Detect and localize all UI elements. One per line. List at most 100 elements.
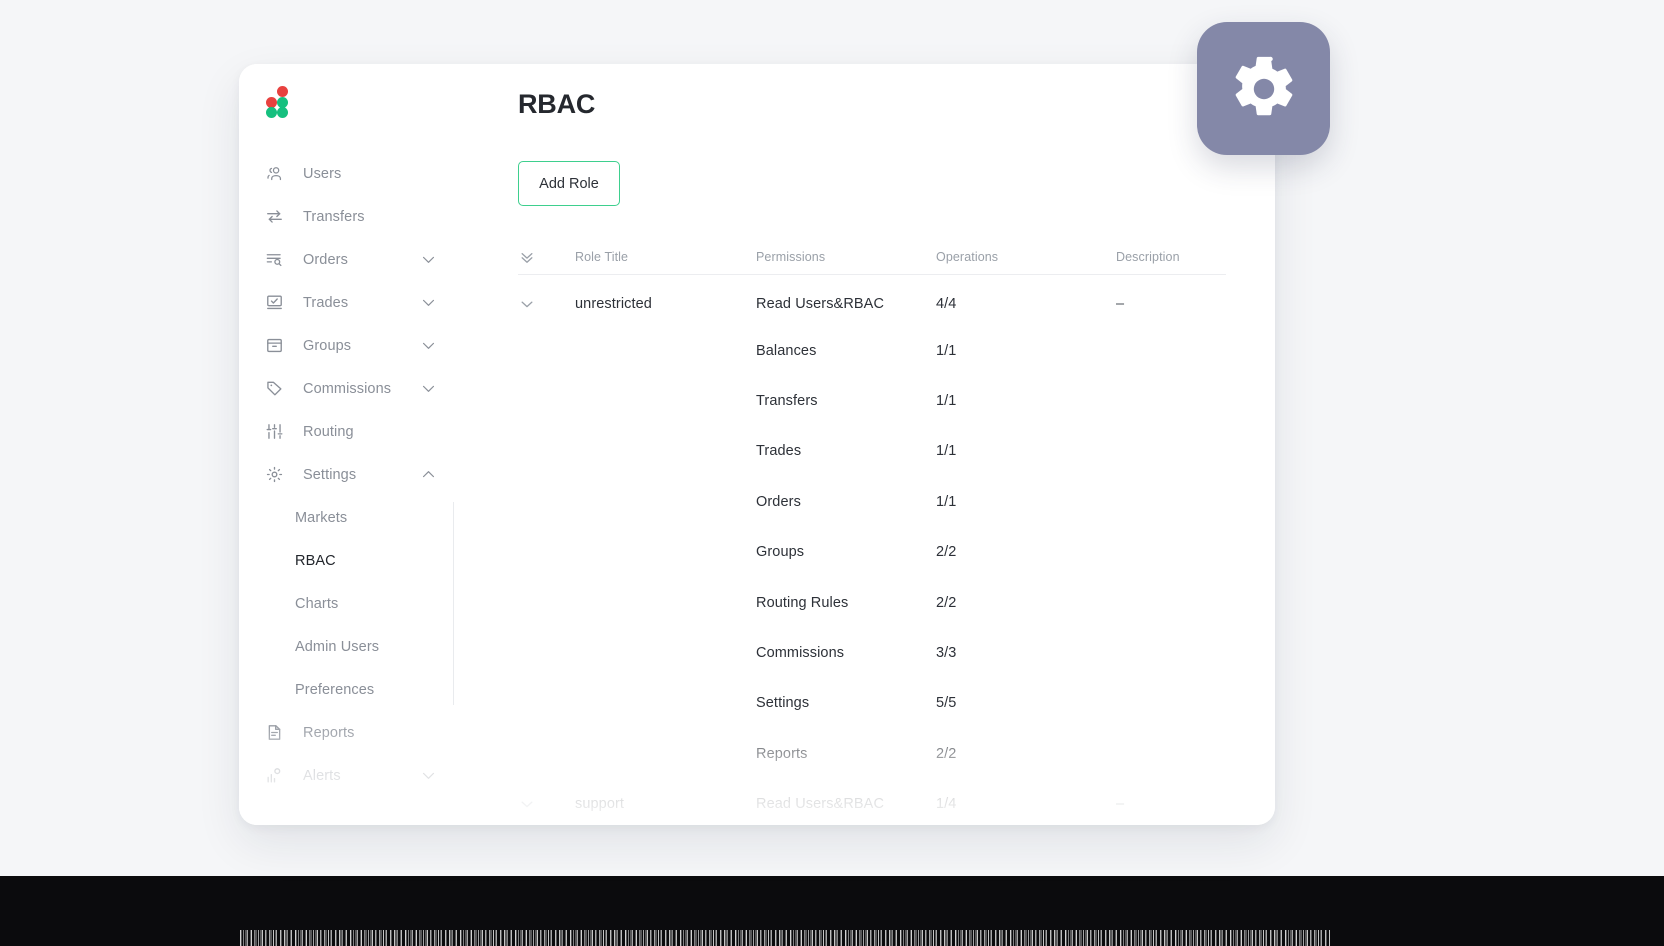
sidebar-item-commissions[interactable]: Commissions [239,367,455,410]
sidebar-item-transfers[interactable]: Transfers [239,195,455,238]
sidebar-item-label: Alerts [303,767,341,784]
add-role-button[interactable]: Add Role [518,161,620,206]
sidebar-item-charts[interactable]: Charts [239,582,455,625]
sidebar-item-markets[interactable]: Markets [239,496,455,539]
cell-permission: Read Users&RBAC [756,796,885,813]
double-chevron-down-icon[interactable] [518,248,575,266]
cell-operations: 1/1 [936,392,957,409]
cell-permission: Trades [756,443,802,460]
chevron-down-icon[interactable] [420,767,437,784]
cell-permission: Orders [756,493,801,510]
sidebar-subitem-label: Admin Users [295,638,380,655]
sidebar-subitem-label: Preferences [295,681,375,698]
row-expand-chevron-icon[interactable] [518,795,575,813]
table-subrow[interactable]: Settings 5/5 [518,678,1226,728]
sidebar-item-admin-users[interactable]: Admin Users [239,625,455,668]
settings-submenu: Markets RBAC Charts Admin Users Preferen… [239,496,455,711]
sidebar-subitem-label: Charts [295,595,339,612]
cell-operations: 4/4 [936,295,957,312]
chevron-down-icon[interactable] [420,251,437,268]
sidebar-item-label: Reports [303,724,355,741]
main-content: RBAC Add Role Role Title Permissions Ope… [455,64,1275,825]
app-logo[interactable] [265,86,295,118]
sidebar-item-groups[interactable]: Groups [239,324,455,367]
table-subrow[interactable]: Trades 1/1 [518,426,1226,476]
trades-icon [265,293,284,312]
column-header-operations[interactable]: Operations [936,250,1116,264]
column-header-role-title[interactable]: Role Title [575,250,756,264]
logo-dot-5 [277,107,288,118]
cell-permission: Balances [756,342,817,359]
bottom-noise-strip [240,930,1330,946]
sidebar-subitem-label: RBAC [295,552,336,569]
users-icon [265,164,284,183]
sidebar-item-label: Routing [303,423,354,440]
cell-permission: Groups [756,544,805,561]
sidebar-item-label: Settings [303,466,357,483]
table-subrow[interactable]: Balances 1/1 [518,325,1226,375]
cell-permission: Settings [756,695,810,712]
sidebar-item-label: Groups [303,337,352,354]
settings-gear-icon [265,465,284,484]
chevron-up-icon[interactable] [420,466,437,483]
cell-operations: 3/3 [936,644,957,661]
cell-operations: 2/2 [936,745,957,762]
cell-operations: 1/1 [936,342,957,359]
bottom-dark-band [0,876,1664,946]
cell-operations: 1/1 [936,443,957,460]
sidebar-item-alerts[interactable]: Alerts [239,754,455,797]
sidebar-item-settings[interactable]: Settings [239,453,455,496]
cell-permission: Reports [756,745,808,762]
sidebar-item-label: Orders [303,251,348,268]
sidebar-item-label: Commissions [303,380,392,397]
settings-gear-badge[interactable] [1197,22,1330,155]
roles-table: Role Title Permissions Operations Descri… [518,239,1226,825]
cell-description: – [1116,796,1125,813]
column-header-permissions[interactable]: Permissions [756,250,936,264]
sidebar-item-trades[interactable]: Trades [239,281,455,324]
table-subrow[interactable]: Orders 1/1 [518,477,1226,527]
page-title: RBAC [518,89,596,119]
cell-permission: Routing Rules [756,594,849,611]
cell-role-title: support [575,796,625,813]
table-subrow[interactable]: Commissions 3/3 [518,628,1226,678]
settings-gear-icon [1229,54,1299,124]
sidebar-item-label: Users [303,165,342,182]
groups-icon [265,336,284,355]
table-subrow[interactable]: Routing Rules 2/2 [518,577,1226,627]
sidebar-item-reports[interactable]: Reports [239,711,455,754]
sidebar-item-orders[interactable]: Orders [239,238,455,281]
sidebar-subitem-label: Markets [295,509,348,526]
sidebar-item-preferences[interactable]: Preferences [239,668,455,711]
table-subrow[interactable]: Transfers 1/1 [518,376,1226,426]
column-header-description[interactable]: Description [1116,250,1226,264]
app-window-card: Users Transfers Orders Trades Groups Com… [239,64,1275,825]
table-subrow[interactable]: Groups 2/2 [518,527,1226,577]
cell-description: – [1116,295,1125,312]
chevron-down-icon[interactable] [420,337,437,354]
sidebar-item-label: Trades [303,294,349,311]
chevron-down-icon[interactable] [420,294,437,311]
alerts-icon [265,766,284,785]
chevron-down-icon[interactable] [420,380,437,397]
sidebar-item-routing[interactable]: Routing [239,410,455,453]
cell-permission: Read Users&RBAC [756,295,885,312]
table-header-row: Role Title Permissions Operations Descri… [518,239,1226,275]
table-row[interactable]: unrestricted Read Users&RBAC 4/4 – [518,275,1226,325]
table-row[interactable]: support Read Users&RBAC 1/4 – [518,779,1226,825]
sidebar-item-users[interactable]: Users [239,152,455,195]
table-subrow[interactable]: Reports 2/2 [518,729,1226,779]
cell-operations: 1/4 [936,796,957,813]
sidebar-item-label: Transfers [303,208,365,225]
screen-root: Users Transfers Orders Trades Groups Com… [0,0,1664,946]
sidebar-item-rbac[interactable]: RBAC [239,539,455,582]
commissions-icon [265,379,284,398]
cell-role-title: unrestricted [575,295,652,312]
cell-operations: 2/2 [936,594,957,611]
orders-icon [265,250,284,269]
sidebar-nav: Users Transfers Orders Trades Groups Com… [239,152,455,797]
reports-icon [265,723,284,742]
cell-permission: Transfers [756,392,818,409]
row-expand-chevron-icon[interactable] [518,295,575,313]
sidebar: Users Transfers Orders Trades Groups Com… [239,64,455,825]
